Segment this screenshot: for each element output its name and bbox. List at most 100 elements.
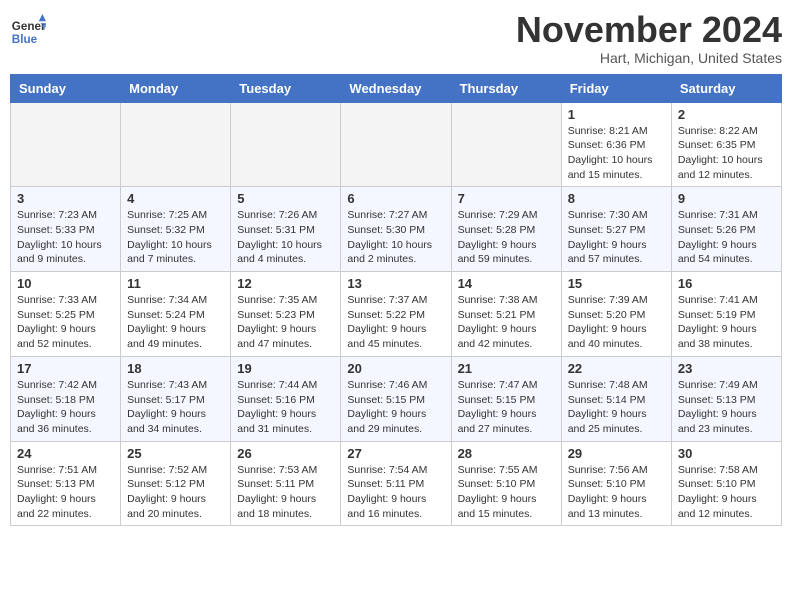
header-saturday: Saturday [671, 74, 781, 102]
day-cell: 3Sunrise: 7:23 AM Sunset: 5:33 PM Daylig… [11, 187, 121, 272]
day-number: 18 [127, 361, 224, 376]
day-cell [121, 102, 231, 187]
location: Hart, Michigan, United States [516, 50, 782, 66]
day-number: 2 [678, 107, 775, 122]
day-info: Sunrise: 7:52 AM Sunset: 5:12 PM Dayligh… [127, 463, 224, 522]
day-number: 10 [17, 276, 114, 291]
day-cell: 18 Sunrise: 7:43 AM Sunset: 5:17 PM Dayli… [121, 356, 231, 441]
day-cell: 24 Sunrise: 7:51 AM Sunset: 5:13 PM Dayli… [11, 441, 121, 526]
day-number: 6 [347, 191, 444, 206]
day-cell [11, 102, 121, 187]
header-thursday: Thursday [451, 74, 561, 102]
calendar-table: SundayMondayTuesdayWednesdayThursdayFrid… [10, 74, 782, 527]
day-number: 19 [237, 361, 334, 376]
day-info: Sunrise: 7:39 AM Sunset: 5:20 PM Dayligh… [568, 293, 665, 352]
day-info: Sunrise: 7:38 AM Sunset: 5:21 PM Dayligh… [458, 293, 555, 352]
day-cell: 26 Sunrise: 7:53 AM Sunset: 5:11 PM Dayli… [231, 441, 341, 526]
day-number: 30 [678, 446, 775, 461]
day-cell: 28Sunrise: 7:55 AM Sunset: 5:10 PM Dayli… [451, 441, 561, 526]
day-cell: 30 Sunrise: 7:58 AM Sunset: 5:10 PM Dayli… [671, 441, 781, 526]
day-info: Sunrise: 7:26 AM Sunset: 5:31 PM Dayligh… [237, 208, 334, 267]
day-cell: 10 Sunrise: 7:33 AM Sunset: 5:25 PM Dayli… [11, 272, 121, 357]
day-number: 23 [678, 361, 775, 376]
day-info: Sunrise: 7:58 AM Sunset: 5:10 PM Dayligh… [678, 463, 775, 522]
day-cell: 1 Sunrise: 8:21 AM Sunset: 6:36 PM Daylig… [561, 102, 671, 187]
day-cell: 15 Sunrise: 7:39 AM Sunset: 5:20 PM Dayli… [561, 272, 671, 357]
day-cell: 6 Sunrise: 7:27 AM Sunset: 5:30 PM Daylig… [341, 187, 451, 272]
day-number: 24 [17, 446, 114, 461]
day-cell: 21 Sunrise: 7:47 AM Sunset: 5:15 PM Dayli… [451, 356, 561, 441]
day-info: Sunrise: 7:51 AM Sunset: 5:13 PM Dayligh… [17, 463, 114, 522]
day-cell: 17 Sunrise: 7:42 AM Sunset: 5:18 PM Dayli… [11, 356, 121, 441]
day-number: 8 [568, 191, 665, 206]
day-cell: 27 Sunrise: 7:54 AM Sunset: 5:11 PM Dayli… [341, 441, 451, 526]
logo-icon: General Blue [10, 14, 46, 50]
day-info: Sunrise: 7:37 AM Sunset: 5:22 PM Dayligh… [347, 293, 444, 352]
month-title: November 2024 [516, 10, 782, 50]
day-number: 1 [568, 107, 665, 122]
day-info: Sunrise: 7:56 AM Sunset: 5:10 PM Dayligh… [568, 463, 665, 522]
calendar-header-row: SundayMondayTuesdayWednesdayThursdayFrid… [11, 74, 782, 102]
day-info: Sunrise: 7:43 AM Sunset: 5:17 PM Dayligh… [127, 378, 224, 437]
day-info: Sunrise: 8:22 AM Sunset: 6:35 PM Dayligh… [678, 124, 775, 183]
day-info: Sunrise: 7:48 AM Sunset: 5:14 PM Dayligh… [568, 378, 665, 437]
day-number: 15 [568, 276, 665, 291]
day-cell: 9Sunrise: 7:31 AM Sunset: 5:26 PM Daylig… [671, 187, 781, 272]
page-header: General Blue November 2024 Hart, Michiga… [10, 10, 782, 66]
day-info: Sunrise: 7:27 AM Sunset: 5:30 PM Dayligh… [347, 208, 444, 267]
svg-text:Blue: Blue [12, 33, 38, 46]
day-number: 16 [678, 276, 775, 291]
day-info: Sunrise: 7:42 AM Sunset: 5:18 PM Dayligh… [17, 378, 114, 437]
day-info: Sunrise: 7:49 AM Sunset: 5:13 PM Dayligh… [678, 378, 775, 437]
day-info: Sunrise: 7:53 AM Sunset: 5:11 PM Dayligh… [237, 463, 334, 522]
day-cell: 20 Sunrise: 7:46 AM Sunset: 5:15 PM Dayli… [341, 356, 451, 441]
day-cell [231, 102, 341, 187]
title-block: November 2024 Hart, Michigan, United Sta… [516, 10, 782, 66]
day-info: Sunrise: 7:47 AM Sunset: 5:15 PM Dayligh… [458, 378, 555, 437]
week-row-4: 17 Sunrise: 7:42 AM Sunset: 5:18 PM Dayli… [11, 356, 782, 441]
day-number: 12 [237, 276, 334, 291]
day-cell: 13 Sunrise: 7:37 AM Sunset: 5:22 PM Dayli… [341, 272, 451, 357]
day-number: 13 [347, 276, 444, 291]
day-number: 11 [127, 276, 224, 291]
day-info: Sunrise: 7:46 AM Sunset: 5:15 PM Dayligh… [347, 378, 444, 437]
day-number: 26 [237, 446, 334, 461]
day-number: 22 [568, 361, 665, 376]
day-info: Sunrise: 7:54 AM Sunset: 5:11 PM Dayligh… [347, 463, 444, 522]
day-info: Sunrise: 7:55 AM Sunset: 5:10 PM Dayligh… [458, 463, 555, 522]
day-number: 17 [17, 361, 114, 376]
day-number: 27 [347, 446, 444, 461]
day-cell: 4Sunrise: 7:25 AM Sunset: 5:32 PM Daylig… [121, 187, 231, 272]
day-info: Sunrise: 7:23 AM Sunset: 5:33 PM Dayligh… [17, 208, 114, 267]
day-number: 7 [458, 191, 555, 206]
day-cell: 5Sunrise: 7:26 AM Sunset: 5:31 PM Daylig… [231, 187, 341, 272]
header-wednesday: Wednesday [341, 74, 451, 102]
day-info: Sunrise: 7:41 AM Sunset: 5:19 PM Dayligh… [678, 293, 775, 352]
svg-text:General: General [12, 20, 46, 33]
day-cell: 7Sunrise: 7:29 AM Sunset: 5:28 PM Daylig… [451, 187, 561, 272]
day-info: Sunrise: 7:33 AM Sunset: 5:25 PM Dayligh… [17, 293, 114, 352]
week-row-3: 10 Sunrise: 7:33 AM Sunset: 5:25 PM Dayli… [11, 272, 782, 357]
day-number: 20 [347, 361, 444, 376]
week-row-1: 1 Sunrise: 8:21 AM Sunset: 6:36 PM Daylig… [11, 102, 782, 187]
day-cell: 29Sunrise: 7:56 AM Sunset: 5:10 PM Dayli… [561, 441, 671, 526]
day-info: Sunrise: 7:31 AM Sunset: 5:26 PM Dayligh… [678, 208, 775, 267]
day-cell: 14 Sunrise: 7:38 AM Sunset: 5:21 PM Dayli… [451, 272, 561, 357]
day-info: Sunrise: 7:25 AM Sunset: 5:32 PM Dayligh… [127, 208, 224, 267]
day-cell [341, 102, 451, 187]
header-tuesday: Tuesday [231, 74, 341, 102]
day-number: 25 [127, 446, 224, 461]
day-info: Sunrise: 7:34 AM Sunset: 5:24 PM Dayligh… [127, 293, 224, 352]
day-cell [451, 102, 561, 187]
day-cell: 11 Sunrise: 7:34 AM Sunset: 5:24 PM Dayli… [121, 272, 231, 357]
day-info: Sunrise: 7:35 AM Sunset: 5:23 PM Dayligh… [237, 293, 334, 352]
day-number: 21 [458, 361, 555, 376]
day-cell: 23 Sunrise: 7:49 AM Sunset: 5:13 PM Dayli… [671, 356, 781, 441]
day-info: Sunrise: 8:21 AM Sunset: 6:36 PM Dayligh… [568, 124, 665, 183]
header-friday: Friday [561, 74, 671, 102]
week-row-5: 24 Sunrise: 7:51 AM Sunset: 5:13 PM Dayli… [11, 441, 782, 526]
day-number: 14 [458, 276, 555, 291]
week-row-2: 3Sunrise: 7:23 AM Sunset: 5:33 PM Daylig… [11, 187, 782, 272]
day-info: Sunrise: 7:30 AM Sunset: 5:27 PM Dayligh… [568, 208, 665, 267]
day-cell: 25 Sunrise: 7:52 AM Sunset: 5:12 PM Dayli… [121, 441, 231, 526]
